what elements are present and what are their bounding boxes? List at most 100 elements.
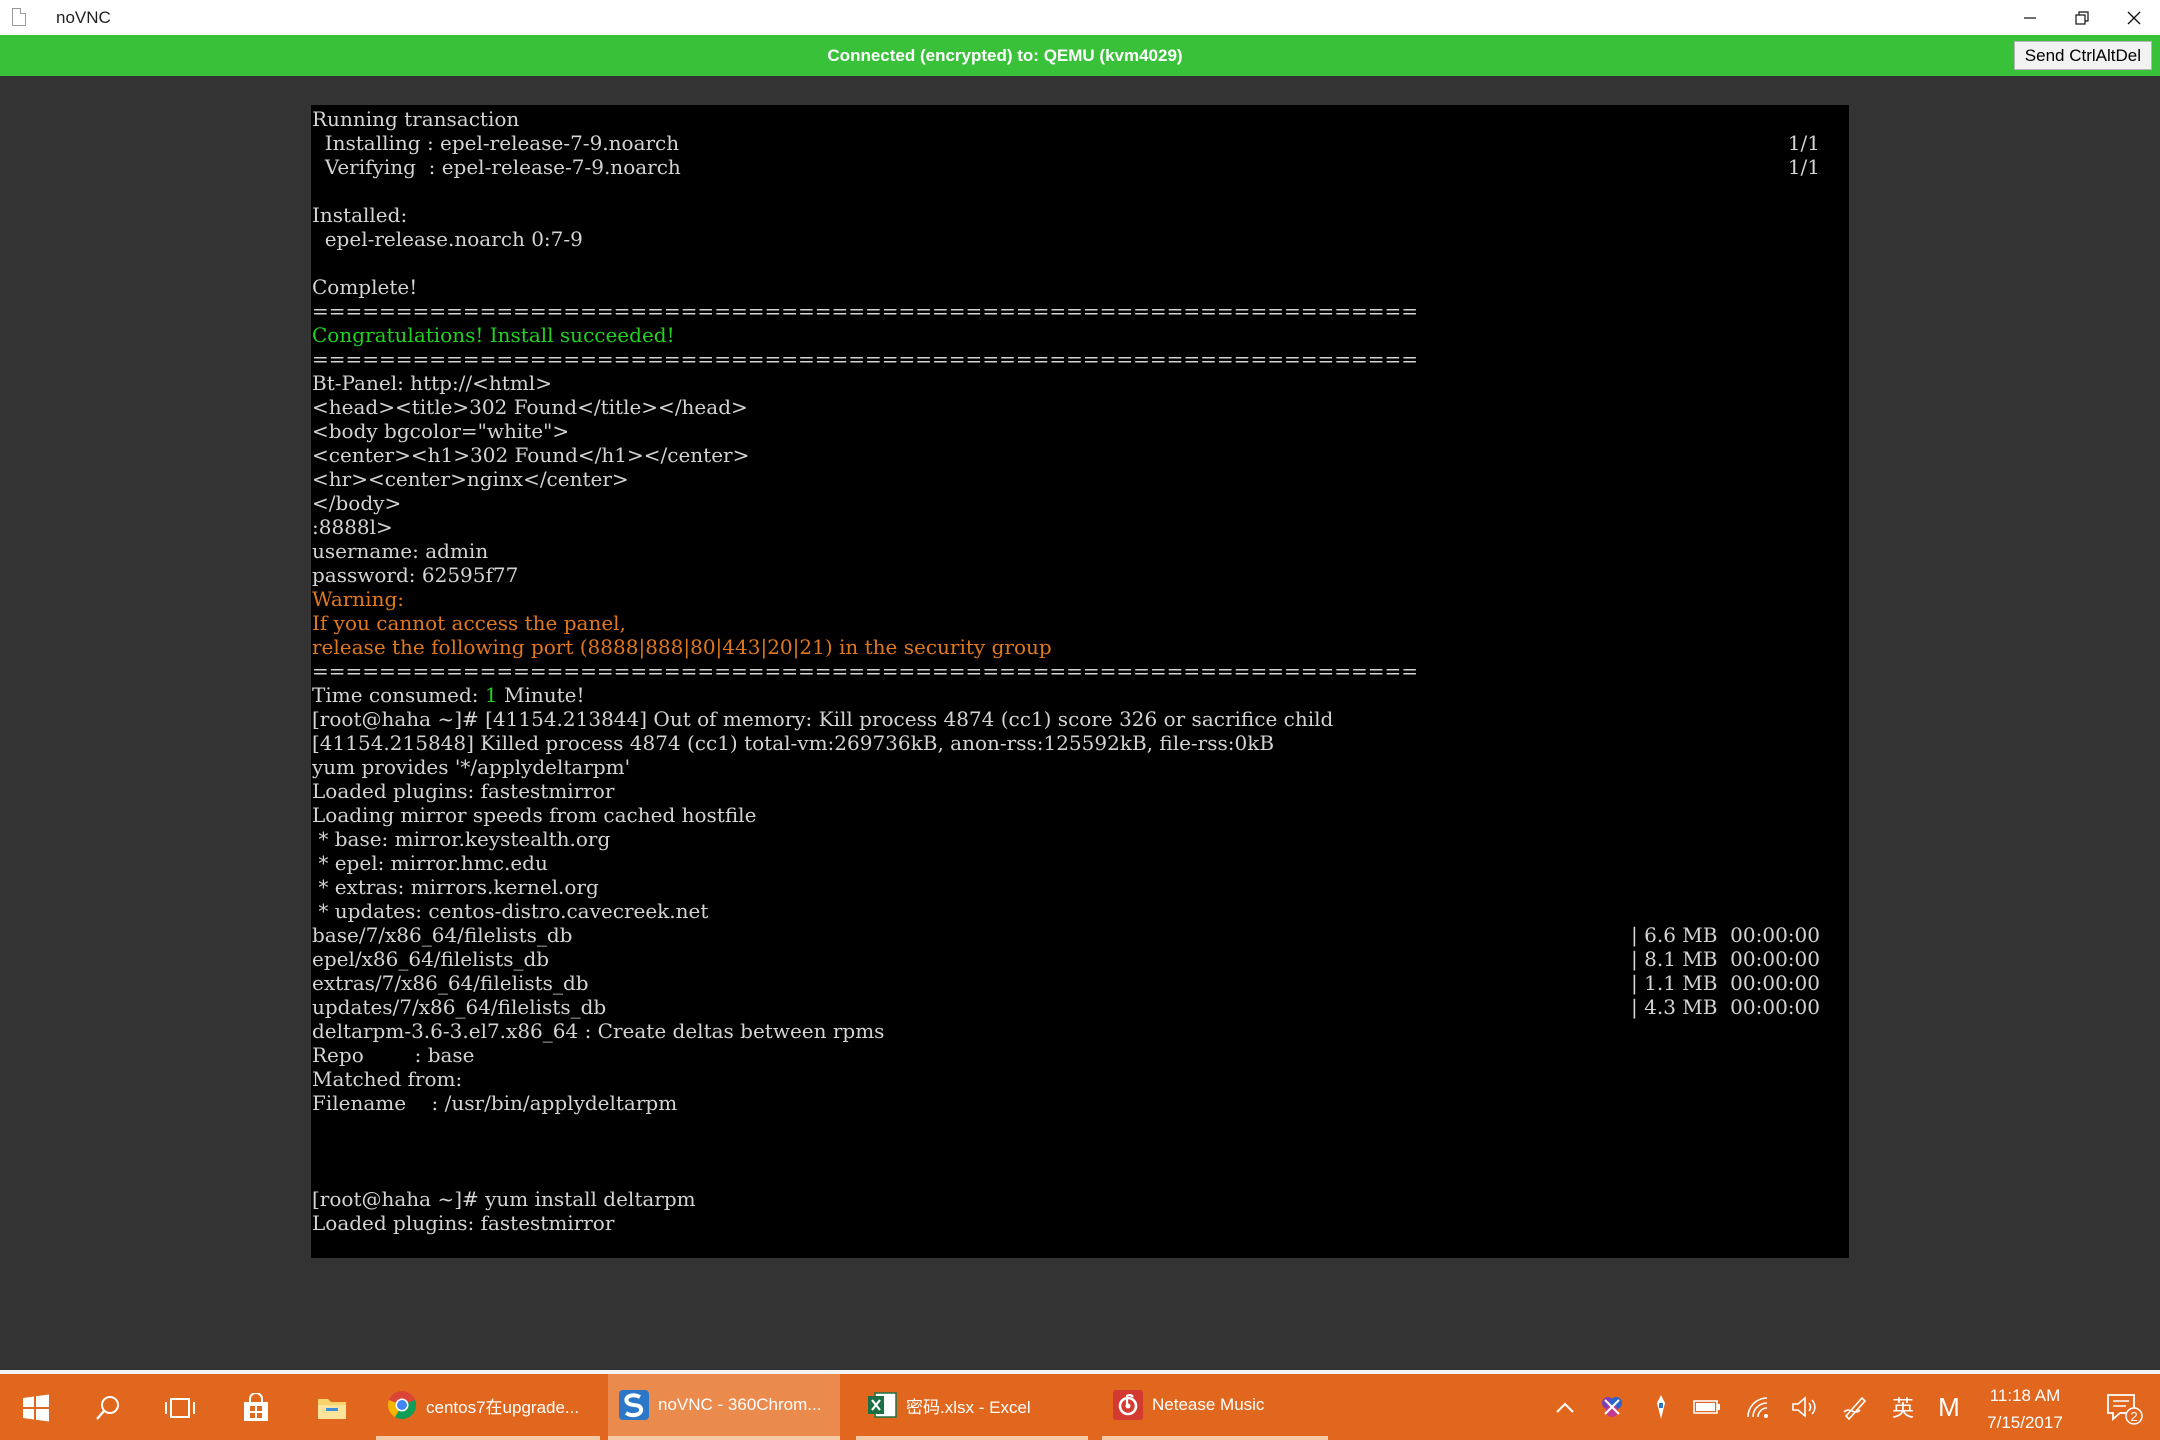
terminal-text: Verifying : epel-release-7-9.noarch bbox=[312, 155, 681, 179]
restore-button[interactable] bbox=[2056, 0, 2108, 35]
terminal-text: If you cannot access the panel, bbox=[312, 611, 626, 635]
restore-icon bbox=[2075, 10, 2089, 25]
system-clock[interactable]: 11:18 AM 7/15/2017 bbox=[1970, 1382, 2080, 1436]
netease-music-icon bbox=[1112, 1389, 1144, 1421]
terminal-line: <center><h1>302 Found</h1></center> bbox=[312, 443, 749, 467]
document-icon bbox=[12, 8, 26, 26]
window-title: noVNC bbox=[56, 8, 111, 27]
minimize-button[interactable] bbox=[2004, 0, 2056, 35]
terminal-line: Loading mirror speeds from cached hostfi… bbox=[312, 803, 756, 827]
terminal-line: Verifying : epel-release-7-9.noarch bbox=[312, 155, 681, 179]
terminal-text: release the following port (8888|888|80|… bbox=[312, 635, 1052, 659]
terminal-text: Complete! bbox=[312, 275, 418, 299]
terminal-line: Installing : epel-release-7-9.noarch bbox=[312, 131, 679, 155]
colorful-app-icon bbox=[1602, 1397, 1622, 1417]
terminal-text: [41154.215848] Killed process 4874 (cc1)… bbox=[312, 731, 1275, 755]
send-ctrl-alt-del-button[interactable]: Send CtrlAltDel bbox=[2013, 41, 2152, 70]
terminal-right-text: | 1.1 MB 00:00:00 bbox=[1631, 971, 1820, 995]
clock-date: 7/15/2017 bbox=[1987, 1413, 2063, 1432]
terminal-line: [root@haha ~]# yum install deltarpm bbox=[312, 1187, 696, 1211]
notification-count: 2 bbox=[2130, 1409, 2137, 1424]
volume-icon bbox=[1792, 1396, 1816, 1418]
terminal-text: Congratulations! Install succeeded! bbox=[312, 323, 675, 347]
task-netease-music[interactable]: Netease Music bbox=[1102, 1374, 1328, 1440]
volume-control[interactable] bbox=[1790, 1392, 1820, 1422]
battery-status[interactable] bbox=[1692, 1392, 1722, 1422]
task-label: Netease Music bbox=[1152, 1395, 1265, 1414]
terminal-right-text: | 6.6 MB 00:00:00 bbox=[1631, 923, 1820, 947]
terminal-right-text: | 4.3 MB 00:00:00 bbox=[1631, 995, 1820, 1019]
terminal-line: Installed: bbox=[312, 203, 407, 227]
terminal-line: [41154.215848] Killed process 4874 (cc1)… bbox=[312, 731, 1274, 755]
terminal-line: ========================================… bbox=[312, 347, 1418, 371]
terminal-line: password: 62595f77 bbox=[312, 563, 518, 587]
task-novnc-360chrome[interactable]: noVNC - 360Chrom... bbox=[608, 1374, 840, 1440]
close-icon bbox=[2127, 11, 2141, 24]
store-button[interactable] bbox=[236, 1388, 276, 1428]
terminal-line: </body> bbox=[312, 491, 401, 515]
terminal-text: ========================================… bbox=[312, 299, 1419, 323]
terminal-line: Loaded plugins: fastestmirror bbox=[312, 779, 614, 803]
terminal-text: 1 bbox=[484, 683, 498, 707]
search-icon bbox=[96, 1396, 119, 1420]
windows-taskbar: centos7在upgrade... noVNC - 360Chrom... 密… bbox=[0, 1370, 2160, 1440]
terminal-text: Loading mirror speeds from cached hostfi… bbox=[312, 803, 757, 827]
terminal-line: deltarpm-3.6-3.el7.x86_64 : Create delta… bbox=[312, 1019, 884, 1043]
terminal-line: Filename : /usr/bin/applydeltarpm bbox=[312, 1091, 677, 1115]
store-icon bbox=[244, 1393, 268, 1421]
input-mode-indicator[interactable]: M bbox=[1934, 1392, 1964, 1422]
minimize-icon bbox=[2024, 16, 2036, 19]
terminal-text: <body bgcolor="white"> bbox=[312, 419, 570, 443]
terminal-line: epel/x86_64/filelists_db bbox=[312, 947, 549, 971]
tray-pen-tool[interactable] bbox=[1646, 1392, 1676, 1422]
terminal-right-text: | 8.1 MB 00:00:00 bbox=[1631, 947, 1820, 971]
terminal-text: * epel: mirror.hmc.edu bbox=[312, 851, 548, 875]
show-hidden-icons-button[interactable] bbox=[1550, 1392, 1580, 1422]
terminal-text: Matched from: bbox=[312, 1067, 463, 1091]
terminal-text: Loaded plugins: fastestmirror bbox=[312, 779, 615, 803]
folder-icon bbox=[318, 1399, 346, 1419]
terminal-line: Running transaction bbox=[312, 107, 519, 131]
input-method-indicator[interactable]: 英 bbox=[1888, 1392, 1918, 1422]
connection-status: Connected (encrypted) to: QEMU (kvm4029) bbox=[827, 46, 1183, 65]
terminal-text: * updates: centos-distro.cavecreek.net bbox=[312, 899, 709, 923]
terminal-right-text: 1/1 bbox=[1787, 155, 1820, 179]
task-view-button[interactable] bbox=[160, 1388, 200, 1428]
terminal-line: * base: mirror.keystealth.org bbox=[312, 827, 610, 851]
terminal-line: <body bgcolor="white"> bbox=[312, 419, 569, 443]
task-chrome-centos[interactable]: centos7在upgrade... bbox=[376, 1374, 600, 1440]
clock-time: 11:18 AM bbox=[1989, 1386, 2061, 1405]
terminal-line: Bt-Panel: http://<html> bbox=[312, 371, 552, 395]
terminal-text: extras/7/x86_64/filelists_db bbox=[312, 971, 589, 995]
network-status[interactable] bbox=[1744, 1392, 1774, 1422]
terminal-text: Installing : epel-release-7-9.noarch bbox=[312, 131, 680, 155]
close-button[interactable] bbox=[2108, 0, 2160, 35]
terminal-text: password: 62595f77 bbox=[312, 563, 519, 587]
terminal-text: <head><title>302 Found</title></head> bbox=[312, 395, 748, 419]
terminal-line: username: admin bbox=[312, 539, 488, 563]
terminal-text: * base: mirror.keystealth.org bbox=[312, 827, 611, 851]
chevron-up-icon bbox=[1556, 1402, 1574, 1413]
search-button[interactable] bbox=[88, 1388, 128, 1428]
action-center-button[interactable]: 2 bbox=[2104, 1390, 2144, 1426]
start-button[interactable] bbox=[16, 1388, 56, 1428]
windows-logo-icon bbox=[23, 1394, 49, 1422]
terminal-line: * epel: mirror.hmc.edu bbox=[312, 851, 548, 875]
task-view-icon bbox=[165, 1398, 195, 1418]
windows-ink-button[interactable] bbox=[1840, 1392, 1870, 1422]
terminal-text: </body> bbox=[312, 491, 402, 515]
terminal-line: * extras: mirrors.kernel.org bbox=[312, 875, 598, 899]
terminal-text: Minute! bbox=[497, 683, 585, 707]
terminal-line: Congratulations! Install succeeded! bbox=[312, 323, 675, 347]
terminal-line: Complete! bbox=[312, 275, 417, 299]
task-label: centos7在upgrade... bbox=[426, 1397, 580, 1417]
tray-app-icon[interactable] bbox=[1597, 1392, 1627, 1422]
terminal-line: release the following port (8888|888|80|… bbox=[312, 635, 1052, 659]
task-excel[interactable]: 密码.xlsx - Excel bbox=[856, 1374, 1088, 1440]
task-label: 密码.xlsx - Excel bbox=[906, 1397, 1031, 1417]
terminal-text: [root@haha ~]# yum install deltarpm bbox=[312, 1187, 696, 1211]
terminal-text: Time consumed: bbox=[312, 683, 485, 707]
terminal-line: If you cannot access the panel, bbox=[312, 611, 626, 635]
vnc-console-screen[interactable]: Running transaction Installing : epel-re… bbox=[311, 105, 1849, 1258]
file-explorer-button[interactable] bbox=[312, 1388, 352, 1428]
